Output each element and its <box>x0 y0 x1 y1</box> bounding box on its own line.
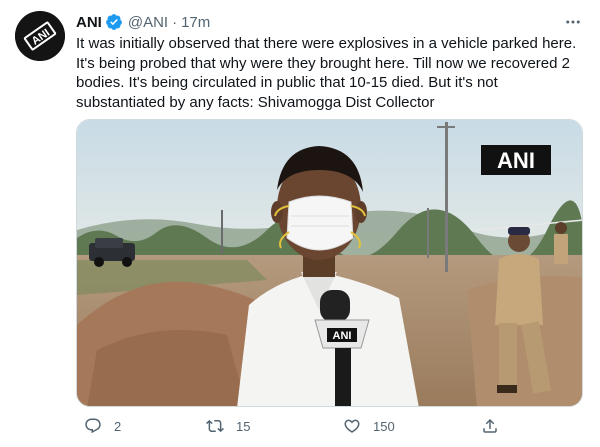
ani-watermark: ANI <box>481 145 551 175</box>
heart-icon <box>344 419 360 433</box>
tweet-actions: 2 15 150 <box>76 413 506 439</box>
reply-button[interactable]: 2 <box>84 413 121 439</box>
timestamp[interactable]: 17m <box>181 14 210 31</box>
author-name[interactable]: ANI <box>76 14 102 31</box>
mic-label: ANI <box>333 330 352 342</box>
tweet-card[interactable]: ANI ANI @ANI · 17m It was initially obse… <box>0 0 600 447</box>
like-count: 150 <box>373 418 395 434</box>
retweet-count: 15 <box>236 418 251 434</box>
separator-dot: · <box>172 13 178 31</box>
retweet-button[interactable]: 15 <box>206 413 250 439</box>
more-options-icon[interactable] <box>564 13 582 31</box>
reply-count: 2 <box>114 418 122 434</box>
like-button[interactable]: 150 <box>343 413 395 439</box>
retweet-icon <box>206 419 224 433</box>
news-photo: ANI ANI <box>77 120 582 406</box>
tweet-text: It was initially observed that there wer… <box>76 35 577 111</box>
ani-logo-icon: ANI <box>15 11 65 61</box>
share-icon <box>483 418 497 433</box>
tweet-media[interactable]: ANI ANI <box>76 119 583 407</box>
reply-icon <box>85 418 101 434</box>
share-button[interactable] <box>481 413 499 439</box>
avatar[interactable]: ANI <box>15 11 65 61</box>
tweet-header: ANI @ANI · 17m <box>76 11 582 33</box>
watermark-text: ANI <box>497 148 535 173</box>
author-handle[interactable]: @ANI <box>128 14 168 31</box>
verified-badge-icon <box>105 13 123 31</box>
